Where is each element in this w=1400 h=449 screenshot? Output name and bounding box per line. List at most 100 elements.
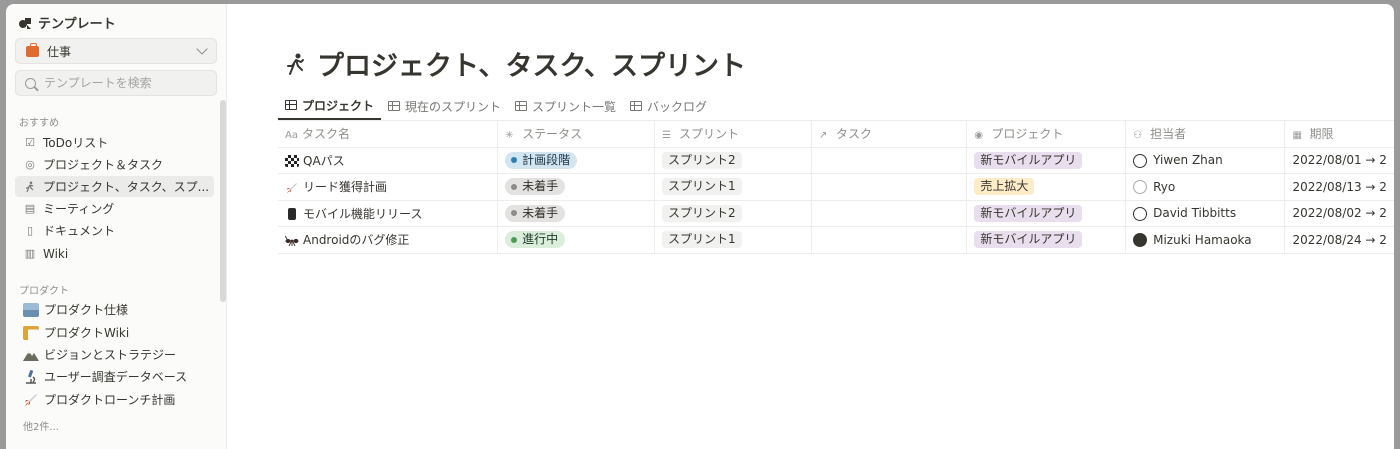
project-tag: 新モバイルアプリ [974, 204, 1083, 222]
column-header-due[interactable]: ▦ 期限 [1284, 120, 1394, 147]
chevron-down-icon [196, 43, 208, 55]
sprint-cell[interactable]: スプリント2 [654, 199, 812, 227]
relation-icon: ↗ [819, 130, 828, 142]
assignee-cell[interactable]: Mizuki Hamaoka [1125, 226, 1286, 254]
column-label: 担当者 [1150, 127, 1187, 142]
view-tabs: プロジェクト 現在のスプリント スプリント一覧 バックログ [278, 92, 714, 120]
select-icon: ◉ [974, 130, 984, 142]
tab-backlog[interactable]: バックログ [623, 92, 714, 120]
task-name-cell[interactable]: Androidのバグ修正 [278, 226, 499, 254]
tab-sprint-list[interactable]: スプリント一覧 [508, 92, 623, 120]
sidebar-item-vision-strategy[interactable]: ビジョンとストラテジー [15, 344, 214, 365]
sidebar-item-projects-tasks[interactable]: ◎ プロジェクト＆タスク [15, 154, 214, 175]
sidebar-item-user-research[interactable]: ユーザー調査データベース [15, 366, 214, 387]
category-dropdown[interactable]: 仕事 [15, 38, 217, 64]
table-row[interactable]: リード獲得計画 未着手 スプリント1 売上拡大 Ryo 2022/08/13 →… [278, 173, 1394, 200]
table-row[interactable]: モバイル機能リリース 未着手 スプリント2 新モバイルアプリ David Tib… [278, 199, 1394, 227]
project-cell[interactable]: 新モバイルアプリ [966, 146, 1127, 174]
column-header-task-name[interactable]: Aa タスク名 [278, 120, 499, 147]
task-name-cell[interactable]: QAパス [278, 146, 499, 174]
sidebar-item-wiki[interactable]: ▥ Wiki [15, 243, 214, 264]
assignee-cell[interactable]: David Tibbitts [1125, 199, 1286, 227]
sidebar-item-product-wiki[interactable]: プロダクトWiki [15, 322, 214, 343]
sidebar-item-projects-tasks-sprints[interactable]: プロジェクト、タスク、スプ... [15, 176, 214, 197]
task-name-cell[interactable]: モバイル機能リリース [278, 199, 499, 227]
mobile-phone-icon [288, 208, 296, 221]
status-cell[interactable]: 未着手 [497, 199, 655, 227]
target-icon: ◎ [25, 158, 35, 171]
due-cell[interactable]: 2022/08/13 → 2 [1284, 173, 1394, 200]
section-product: プロダクト [19, 286, 69, 297]
microscope-icon [23, 369, 39, 384]
sidebar-item-label: プロジェクト＆タスク [43, 158, 164, 172]
project-cell[interactable]: 売上拡大 [966, 173, 1127, 200]
task-relation-cell[interactable] [811, 226, 968, 254]
status-badge: 計画段階 [505, 151, 578, 169]
rocket-icon [285, 182, 299, 194]
sidebar-title-text: テンプレート [38, 17, 116, 32]
sidebar-item-label: ユーザー調査データベース [44, 370, 188, 384]
column-label: プロジェクト [991, 127, 1064, 142]
date-icon: ▦ [1292, 130, 1302, 142]
table-row[interactable]: Androidのバグ修正 進行中 スプリント1 新モバイルアプリ Mizuki … [278, 226, 1394, 254]
project-cell[interactable]: 新モバイルアプリ [966, 226, 1127, 254]
avatar [1133, 153, 1148, 168]
avatar [1133, 233, 1148, 247]
ship-icon [23, 302, 39, 317]
sidebar-item-document[interactable]: ▯ ドキュメント [15, 220, 214, 241]
ant-icon [284, 235, 299, 247]
tab-label: スプリント一覧 [532, 99, 617, 114]
status-dot [511, 210, 518, 217]
more-templates-link[interactable]: 他2件... [23, 418, 59, 433]
column-header-assignee[interactable]: ⚇ 担当者 [1125, 120, 1286, 147]
tab-projects[interactable]: プロジェクト [278, 92, 382, 120]
rocket-icon [23, 393, 39, 407]
task-relation-cell[interactable] [811, 146, 968, 174]
column-label: ステータス [522, 127, 583, 142]
sidebar-item-product-spec[interactable]: プロダクト仕様 [15, 299, 214, 320]
task-relation-cell[interactable] [811, 199, 968, 227]
task-relation-cell[interactable] [811, 173, 968, 200]
sidebar-item-label: ビジョンとストラテジー [44, 348, 177, 362]
column-header-status[interactable]: ✳ ステータス [497, 120, 655, 147]
sprint-tag: スプリント2 [662, 151, 742, 169]
table-row[interactable]: QAパス 計画段階 スプリント2 新モバイルアプリ Yiwen Zhan 202… [278, 146, 1394, 174]
sprint-cell[interactable]: スプリント1 [654, 173, 812, 200]
status-cell[interactable]: 未着手 [497, 173, 655, 200]
due-cell[interactable]: 2022/08/24 → 2 [1284, 226, 1394, 254]
sidebar-item-meeting[interactable]: ▤ ミーティング [15, 198, 214, 219]
tab-current-sprint[interactable]: 現在のスプリント [381, 92, 508, 120]
sidebar-scrollbar[interactable] [220, 100, 226, 302]
project-cell[interactable]: 新モバイルアプリ [966, 199, 1127, 227]
column-label: タスク [836, 127, 873, 142]
sidebar-item-label: プロダクト仕様 [44, 303, 129, 317]
sprint-tag: スプリント1 [662, 178, 742, 196]
sidebar-item-launch-plan[interactable]: プロダクトローンチ計画 [15, 389, 214, 410]
sidebar-item-todo[interactable]: ☑ ToDoリスト [15, 132, 214, 153]
status-cell[interactable]: 計画段階 [497, 146, 655, 174]
sidebar-item-label: ドキュメント [43, 224, 116, 238]
column-header-project[interactable]: ◉ プロジェクト [966, 120, 1127, 147]
table-icon [388, 101, 401, 111]
search-input[interactable] [44, 76, 204, 90]
checkbox-icon: ☑ [25, 136, 35, 149]
assignee-name: Yiwen Zhan [1153, 153, 1223, 167]
column-header-task[interactable]: ↗ タスク [811, 120, 968, 147]
calendar-icon: ▤ [24, 202, 36, 215]
due-cell[interactable]: 2022/08/01 → 2 [1284, 146, 1394, 174]
document-icon: ▯ [26, 224, 34, 237]
status-text: 計画段階 [522, 152, 571, 167]
assignee-cell[interactable]: Ryo [1125, 173, 1286, 200]
template-icon [19, 17, 31, 29]
due-cell[interactable]: 2022/08/02 → 2 [1284, 199, 1394, 227]
template-search[interactable] [15, 70, 217, 96]
column-header-sprint[interactable]: ☰ スプリント [654, 120, 812, 147]
assignee-cell[interactable]: Yiwen Zhan [1125, 146, 1286, 174]
people-icon: ⚇ [1133, 130, 1143, 142]
tab-label: プロジェクト [302, 98, 375, 113]
sprint-cell[interactable]: スプリント1 [654, 226, 812, 254]
sprint-cell[interactable]: スプリント2 [654, 146, 812, 174]
status-cell[interactable]: 進行中 [497, 226, 655, 254]
task-name-cell[interactable]: リード獲得計画 [278, 173, 499, 200]
table-icon [630, 101, 643, 111]
